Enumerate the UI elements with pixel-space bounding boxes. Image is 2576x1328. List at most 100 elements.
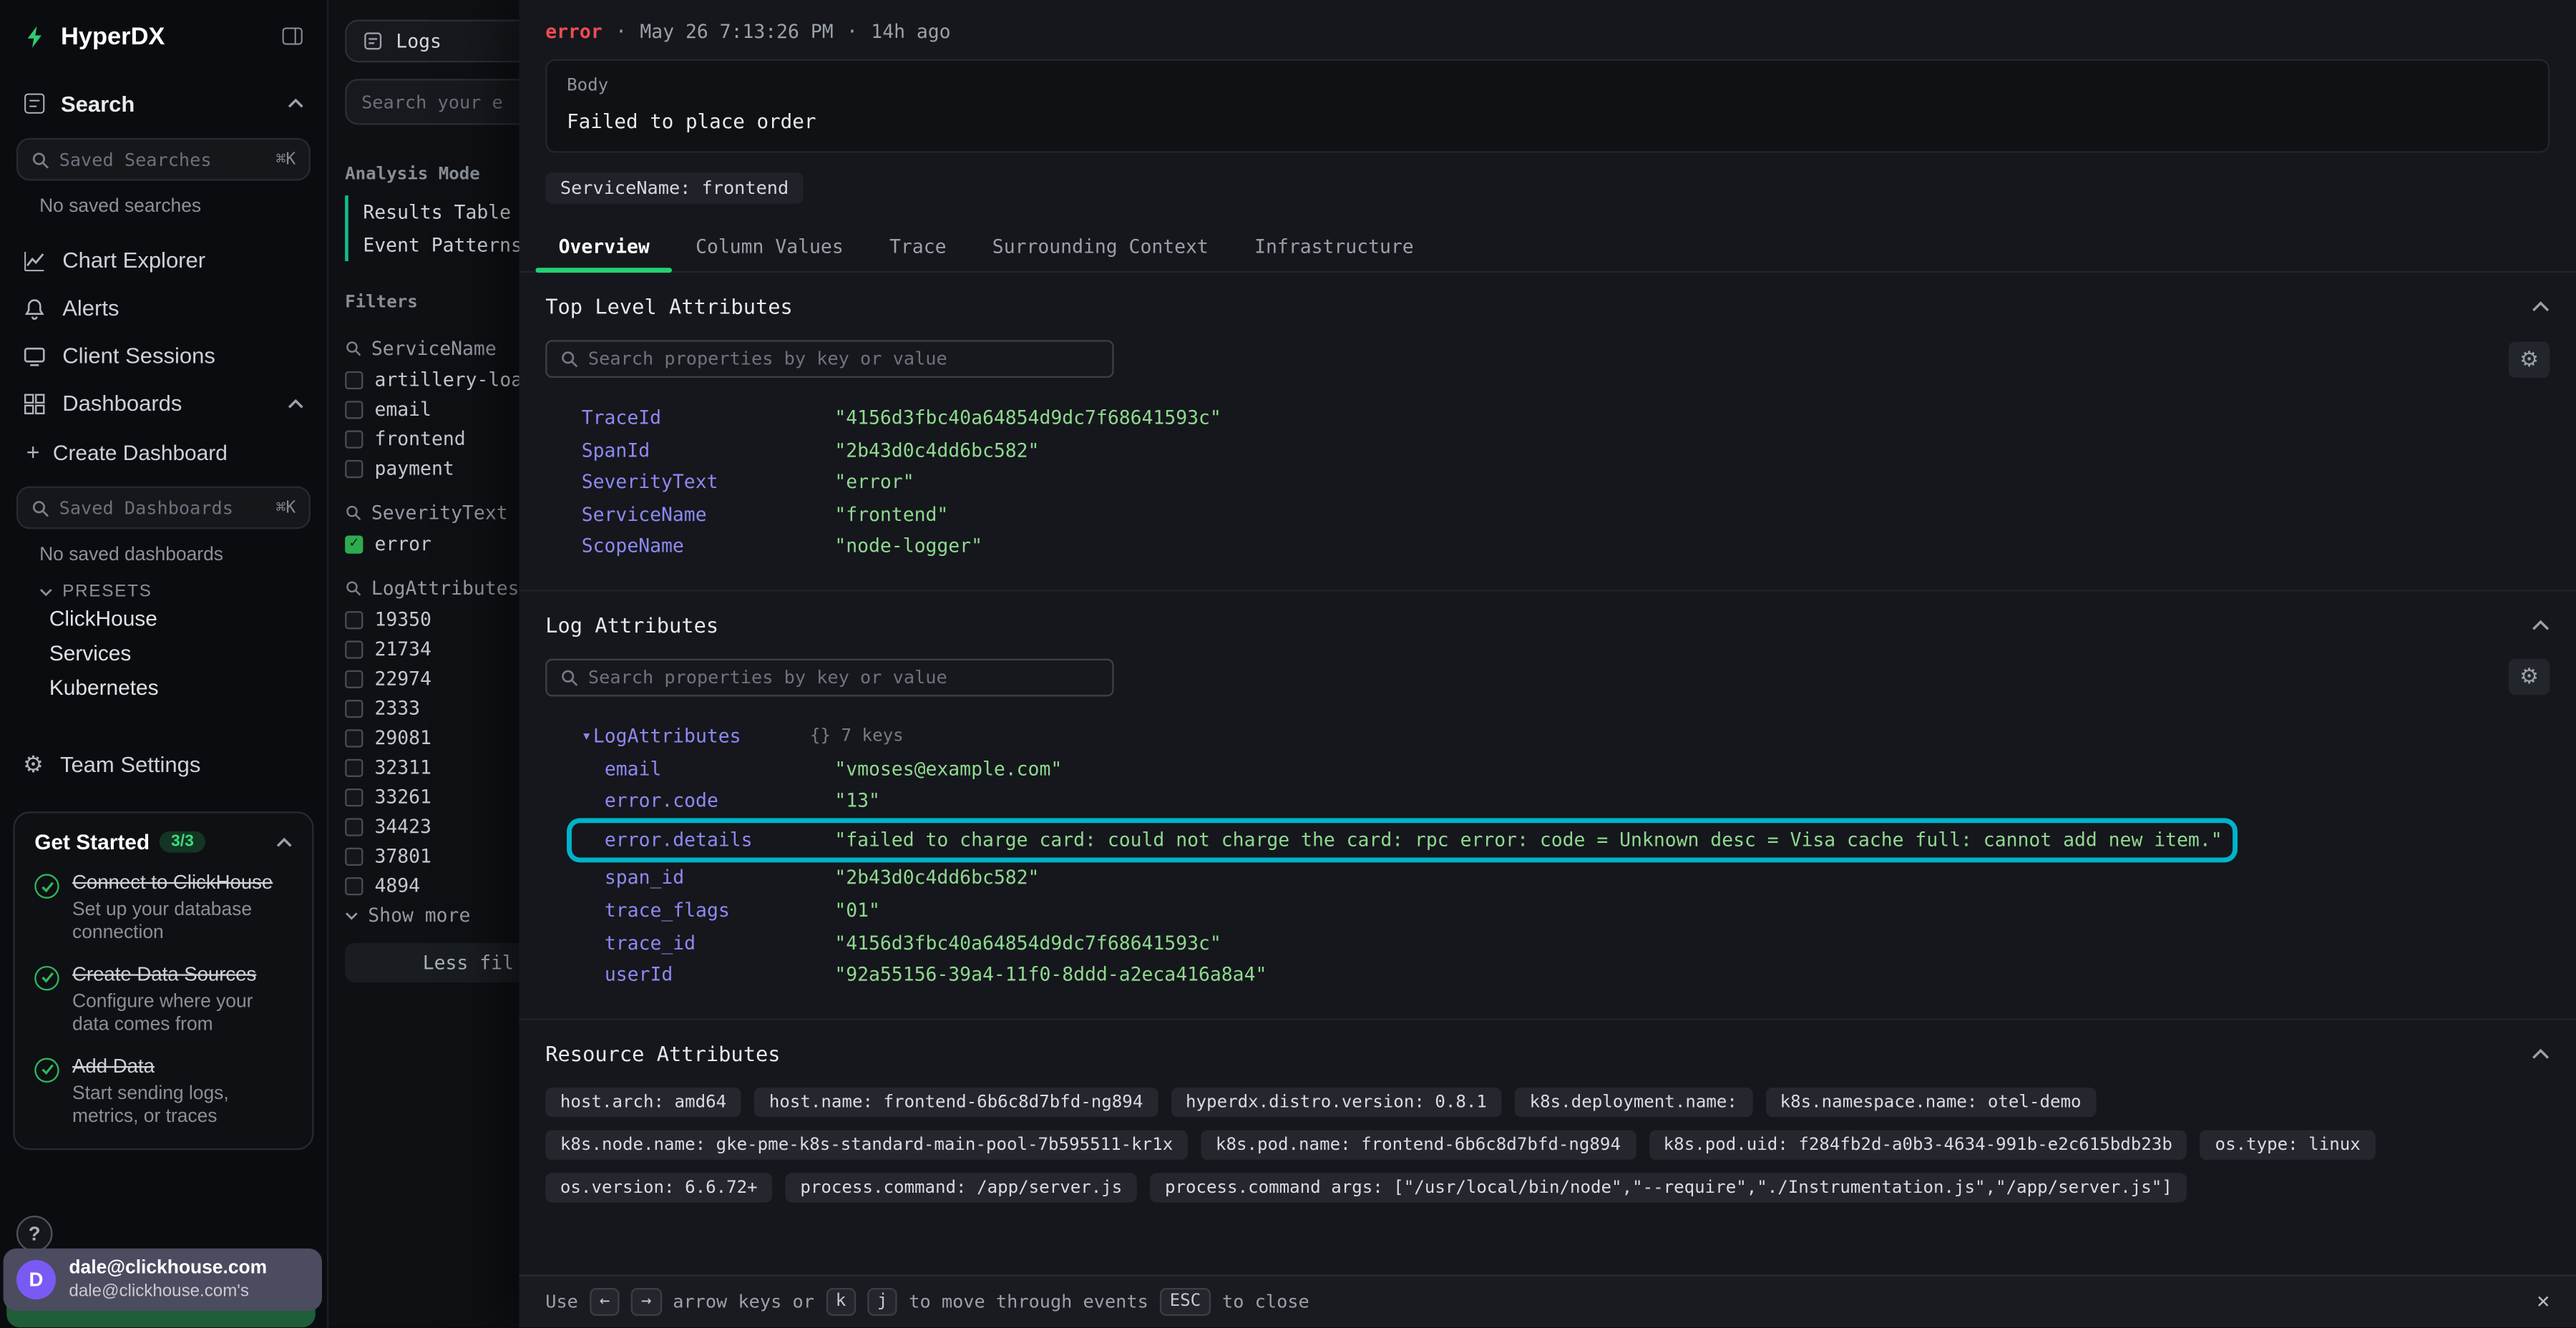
user-email: dale@clickhouse.com (69, 1258, 267, 1281)
sidebar-item-clickhouse[interactable]: ClickHouse (49, 601, 327, 635)
collapse-section-icon[interactable] (2532, 301, 2550, 312)
resource-chip[interactable]: process.command args: ["/usr/local/bin/n… (1150, 1173, 2187, 1202)
tab-trace[interactable]: Trace (867, 220, 970, 271)
filter-option-label: 33261 (374, 785, 431, 808)
resource-chip[interactable]: k8s.pod.name: frontend-6b6c8d7bfd-ng894 (1201, 1130, 1635, 1159)
tab-infrastructure[interactable]: Infrastructure (1231, 220, 1437, 271)
attribute-row[interactable]: span_id"2b43d0c4dd6bc582" (582, 863, 2550, 895)
sidebar-item-kubernetes[interactable]: Kubernetes (49, 670, 327, 705)
collapse-sidebar-icon[interactable] (281, 24, 304, 47)
get-started-item[interactable]: Connect to ClickHouse Set up your databa… (34, 871, 292, 946)
property-search-input[interactable] (588, 667, 1099, 688)
event-detail-panel: error · May 26 7:13:26 PM · 14h ago Body… (519, 0, 2576, 1327)
attribute-value: "node-logger" (834, 531, 982, 563)
chevron-up-icon (288, 399, 304, 409)
attribute-row[interactable]: SpanId"2b43d0c4dd6bc582" (582, 434, 2550, 467)
resource-chip[interactable]: host.arch: amd64 (545, 1087, 741, 1116)
attribute-row-highlighted[interactable]: error.details"failed to charge card: cou… (572, 823, 2232, 859)
attribute-row[interactable]: trace_id"4156d3fbc40a64854d9dc7f68641593… (582, 927, 2550, 960)
mode-results-table[interactable]: Results Table (363, 195, 522, 228)
sidebar-item-services[interactable]: Services (49, 636, 327, 670)
user-menu[interactable]: D dale@clickhouse.com dale@clickhouse.co… (4, 1249, 322, 1311)
attribute-row[interactable]: ScopeName"node-logger" (582, 531, 2550, 563)
settings-gear-button[interactable]: ⚙ (2509, 660, 2550, 696)
saved-dashboards-input[interactable] (59, 497, 266, 519)
tab-overview[interactable]: Overview (535, 220, 672, 271)
event-header: error · May 26 7:13:26 PM · 14h ago (519, 0, 2576, 43)
get-started-item[interactable]: Add Data Start sending logs, metrics, or… (34, 1054, 292, 1129)
attribute-row[interactable]: ServiceName"frontend" (582, 499, 2550, 531)
resource-chip[interactable]: os.version: 6.6.72+ (545, 1173, 772, 1202)
app-title: HyperDX (61, 22, 268, 50)
checkbox-icon (345, 788, 363, 806)
filter-option-label: 32311 (374, 756, 431, 778)
attribute-row[interactable]: email"vmoses@example.com" (582, 753, 2550, 786)
filter-option-label: 19350 (374, 607, 431, 630)
avatar: D (16, 1260, 56, 1299)
attribute-row[interactable]: trace_flags"01" (582, 895, 2550, 927)
attribute-row[interactable]: TraceId"4156d3fbc40a64854d9dc7f68641593c… (582, 402, 2550, 434)
resource-attribute-chips: host.arch: amd64 host.name: frontend-6b6… (545, 1087, 2550, 1202)
nav-label: Alerts (62, 296, 303, 320)
tab-column-values[interactable]: Column Values (673, 220, 867, 271)
sidebar-item-dashboards[interactable]: Dashboards (0, 379, 327, 427)
resource-chip[interactable]: k8s.namespace.name: otel-demo (1765, 1087, 2096, 1116)
checkbox-icon (345, 429, 363, 447)
filter-group-name: SeverityText (371, 501, 508, 524)
saved-searches-search[interactable]: ⌘K (16, 138, 311, 181)
attribute-value: "error" (834, 467, 914, 499)
attribute-key: TraceId (582, 402, 835, 434)
preset-label: Services (49, 640, 131, 665)
get-started-item[interactable]: Create Data Sources Configure where your… (34, 962, 292, 1038)
dot-separator: · (847, 20, 858, 43)
checkbox-icon (345, 371, 363, 389)
attribute-key: ServiceName (582, 499, 835, 531)
property-search[interactable] (545, 340, 1113, 378)
attribute-key: ScopeName (582, 531, 835, 563)
sidebar-item-client-sessions[interactable]: Client Sessions (0, 332, 327, 380)
attribute-value: "01" (834, 895, 880, 927)
resource-chip[interactable]: k8s.deployment.name: (1515, 1087, 1752, 1116)
attribute-row[interactable]: userId"92a55156-39a4-11f0-8ddd-a2eca416a… (582, 960, 2550, 992)
attribute-row[interactable]: error.code"13" (582, 786, 2550, 818)
hint-text: Use (545, 1292, 578, 1313)
get-started-header[interactable]: Get Started 3/3 (34, 829, 292, 854)
sidebar-item-chart-explorer[interactable]: Chart Explorer (0, 237, 327, 285)
detail-tabs: Overview Column Values Trace Surrounding… (519, 220, 2576, 273)
sidebar-item-alerts[interactable]: Alerts (0, 284, 327, 332)
section-title: Top Level Attributes (545, 294, 2532, 318)
sidebar-item-team-settings[interactable]: ⚙ Team Settings (0, 741, 327, 788)
collapse-section-icon[interactable] (2532, 619, 2550, 630)
preset-label: ClickHouse (49, 606, 157, 630)
service-tag[interactable]: ServiceName: frontend (545, 172, 804, 204)
presets-toggle[interactable]: PRESETS (39, 582, 327, 602)
tree-root-logattributes[interactable]: ▾ LogAttributes {} 7 keys (582, 721, 2550, 753)
resource-chip[interactable]: process.command: /app/server.js (786, 1173, 1137, 1202)
dashboards-grid-icon (23, 392, 46, 415)
hint-text: to close (1222, 1292, 1309, 1313)
log-attributes-tree: ▾ LogAttributes {} 7 keys email"vmoses@e… (582, 721, 2550, 992)
section-title: Resource Attributes (545, 1041, 2532, 1065)
property-search-input[interactable] (588, 348, 1099, 370)
resource-chip[interactable]: k8s.pod.uid: f284fb2d-a0b3-4634-991b-e2c… (1649, 1130, 2187, 1159)
saved-dashboards-search[interactable]: ⌘K (16, 487, 311, 529)
logo-row: HyperDX (0, 0, 327, 72)
resource-chip[interactable]: k8s.node.name: gke-pme-k8s-standard-main… (545, 1130, 1188, 1159)
resource-chip[interactable]: os.type: linux (2200, 1130, 2376, 1159)
create-dashboard-button[interactable]: + Create Dashboard (0, 427, 327, 477)
shortcut-badge: ⌘K (276, 150, 296, 168)
saved-searches-input[interactable] (59, 149, 266, 170)
expand-triangle-icon: ▾ (582, 721, 592, 753)
close-icon[interactable]: ✕ (2537, 1289, 2550, 1314)
resource-chip[interactable]: hyperdx.distro.version: 0.8.1 (1171, 1087, 1501, 1116)
settings-gear-button[interactable]: ⚙ (2509, 341, 2550, 377)
search-section-header[interactable]: Search (0, 79, 327, 128)
collapse-section-icon[interactable] (2532, 1048, 2550, 1059)
help-button[interactable]: ? (16, 1216, 53, 1252)
tab-surrounding-context[interactable]: Surrounding Context (970, 220, 1231, 271)
attribute-row[interactable]: SeverityText"error" (582, 467, 2550, 499)
mode-event-patterns[interactable]: Event Patterns (363, 228, 522, 261)
resource-chip[interactable]: host.name: frontend-6b6c8d7bfd-ng894 (754, 1087, 1158, 1116)
property-search[interactable] (545, 659, 1113, 697)
section-top-level-attributes: Top Level Attributes ⚙ TraceId"4156d3fbc… (519, 273, 2576, 591)
